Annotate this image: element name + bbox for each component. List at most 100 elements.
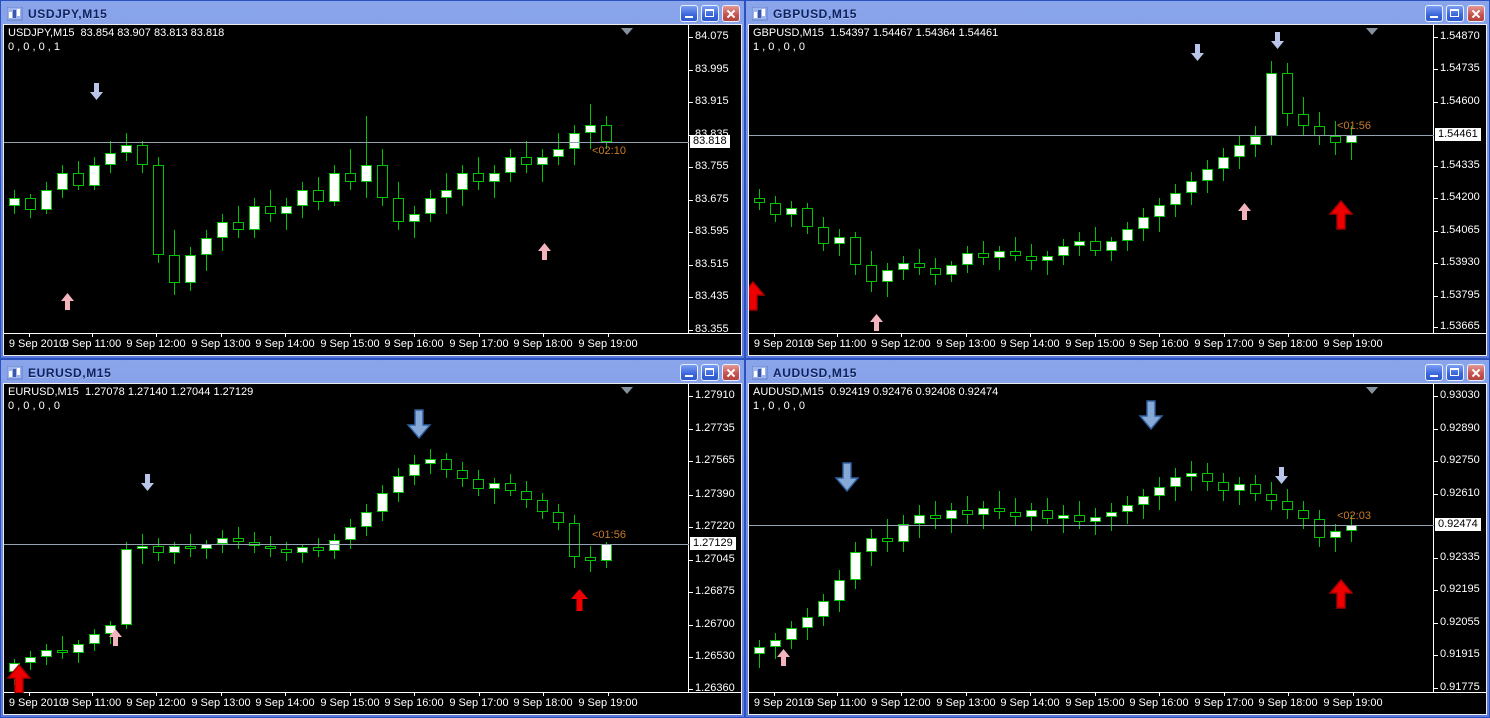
time-axis[interactable]: 9 Sep 2010 9 Sep 11:00 9 Sep 12:00 9 Sep 13… — [4, 692, 741, 714]
time-tick-label: 9 Sep 11:00 — [807, 338, 867, 350]
price-tick-mark — [1434, 198, 1438, 199]
price-axis[interactable]: 84.075 83.995 83.915 83.835 83.755 83.675 83.5… — [688, 25, 741, 334]
price-tick-mark — [1434, 102, 1438, 103]
price-tick-mark — [1434, 327, 1438, 328]
candlestick-plot[interactable]: <02:03 — [749, 384, 1434, 693]
titlebar[interactable]: GBPUSD,M15 — [748, 3, 1487, 24]
time-tick-label: 9 Sep 17:00 — [449, 338, 509, 350]
candle-body — [866, 265, 877, 282]
time-axis[interactable]: 9 Sep 2010 9 Sep 11:00 9 Sep 12:00 9 Sep 13… — [4, 333, 741, 355]
candle-body — [1154, 487, 1165, 496]
price-axis[interactable]: 0.93030 0.92890 0.92750 0.92610 0.92335 0.921… — [1433, 384, 1486, 693]
chart-window-eurusd: EURUSD,M15 EURUSD,M15 1.27078 1.27140 1.… — [0, 359, 745, 718]
candle-body — [1058, 246, 1069, 256]
candlestick-plot[interactable]: <01:56 — [749, 25, 1434, 334]
candle-wick — [366, 116, 367, 198]
price-tick-label: 83.995 — [695, 63, 729, 75]
up-arrow-signal-icon — [1328, 578, 1354, 609]
chart-area[interactable]: USDJPY,M15 83.854 83.907 83.813 83.818 0… — [3, 24, 742, 356]
candle-body — [393, 198, 404, 222]
price-tick-mark — [689, 232, 693, 233]
chart-window-audusd: AUDUSD,M15 AUDUSD,M15 0.92419 0.92476 0.… — [745, 359, 1490, 718]
candle-body — [153, 546, 164, 553]
candle-body — [73, 644, 84, 653]
candle-wick — [1239, 477, 1240, 505]
time-tick-mark — [1288, 334, 1289, 337]
chart-area[interactable]: EURUSD,M15 1.27078 1.27140 1.27044 1.271… — [3, 383, 742, 715]
minimize-button[interactable] — [1425, 364, 1443, 381]
candle-body — [361, 165, 372, 182]
maximize-button[interactable] — [1446, 5, 1464, 22]
candle-body — [329, 173, 340, 202]
minimize-button[interactable] — [680, 5, 698, 22]
candle-wick — [286, 198, 287, 230]
candle-body — [409, 214, 420, 222]
candle-body — [898, 263, 909, 270]
time-tick-label: 9 Sep 19:00 — [1323, 697, 1383, 709]
maximize-button[interactable] — [1446, 364, 1464, 381]
price-tick-label: 1.27735 — [695, 422, 735, 434]
titlebar[interactable]: USDJPY,M15 — [3, 3, 742, 24]
price-axis[interactable]: 1.27910 1.27735 1.27565 1.27390 1.27220 1.270… — [688, 384, 741, 693]
candle-body — [754, 198, 765, 203]
candle-body — [425, 459, 436, 464]
down-arrow-signal-icon — [89, 83, 103, 100]
candle-wick — [759, 640, 760, 668]
minimize-button[interactable] — [1425, 5, 1443, 22]
candle-body — [962, 253, 973, 265]
candle-body — [1234, 145, 1245, 157]
candle-body — [457, 173, 468, 190]
candle-body — [1122, 229, 1133, 241]
time-tick-mark — [29, 334, 30, 337]
chart-area[interactable]: GBPUSD,M15 1.54397 1.54467 1.54364 1.544… — [748, 24, 1487, 356]
price-tick-label: 1.26700 — [695, 618, 735, 630]
price-tick-mark — [689, 527, 693, 528]
candle-wick — [887, 519, 888, 552]
close-button[interactable] — [1467, 364, 1485, 381]
price-tick-label: 0.92610 — [1440, 487, 1480, 499]
minimize-button[interactable] — [680, 364, 698, 381]
titlebar[interactable]: EURUSD,M15 — [3, 362, 742, 383]
price-tick-label: 83.675 — [695, 193, 729, 205]
chart-area[interactable]: AUDUSD,M15 0.92419 0.92476 0.92408 0.924… — [748, 383, 1487, 715]
candlestick-plot[interactable]: <01:56 — [4, 384, 689, 693]
time-tick-mark — [414, 693, 415, 696]
time-tick-label: 9 Sep 2010 — [8, 338, 66, 350]
price-axis[interactable]: 1.54870 1.54735 1.54600 1.54335 1.54200 1.540… — [1433, 25, 1486, 334]
candle-wick — [542, 149, 543, 182]
time-axis[interactable]: 9 Sep 2010 9 Sep 11:00 9 Sep 12:00 9 Sep 13… — [749, 692, 1486, 714]
candle-body — [105, 153, 116, 165]
time-axis[interactable]: 9 Sep 2010 9 Sep 11:00 9 Sep 12:00 9 Sep 13… — [749, 333, 1486, 355]
current-price-badge: 1.54461 — [1435, 128, 1481, 141]
price-tick-label: 1.27565 — [695, 454, 735, 466]
candle-body — [1170, 477, 1181, 487]
titlebar[interactable]: AUDUSD,M15 — [748, 362, 1487, 383]
price-tick-mark — [689, 560, 693, 561]
candle-body — [1010, 251, 1021, 256]
candle-body — [962, 510, 973, 515]
candle-body — [1122, 505, 1133, 512]
maximize-button[interactable] — [701, 364, 719, 381]
price-tick-label: 1.27220 — [695, 520, 735, 532]
time-tick-mark — [1353, 693, 1354, 696]
close-button[interactable] — [722, 5, 740, 22]
candle-body — [1266, 73, 1277, 136]
price-tick-mark — [689, 102, 693, 103]
price-tick-mark — [689, 657, 693, 658]
maximize-button[interactable] — [701, 5, 719, 22]
close-button[interactable] — [1467, 5, 1485, 22]
time-tick-mark — [608, 334, 609, 337]
up-arrow-signal-icon — [1328, 199, 1354, 230]
price-tick-mark — [1434, 263, 1438, 264]
price-tick-mark — [1434, 494, 1438, 495]
candle-body — [265, 206, 276, 214]
candle-body — [1266, 494, 1277, 501]
time-tick-label: 9 Sep 15:00 — [320, 338, 380, 350]
close-button[interactable] — [722, 364, 740, 381]
candlestick-plot[interactable]: <02:10 — [4, 25, 689, 334]
time-tick-mark — [1030, 334, 1031, 337]
down-arrow-signal-icon — [406, 409, 432, 440]
time-tick-mark — [1159, 693, 1160, 696]
price-tick-label: 1.54200 — [1440, 191, 1480, 203]
window-title: GBPUSD,M15 — [773, 6, 858, 21]
